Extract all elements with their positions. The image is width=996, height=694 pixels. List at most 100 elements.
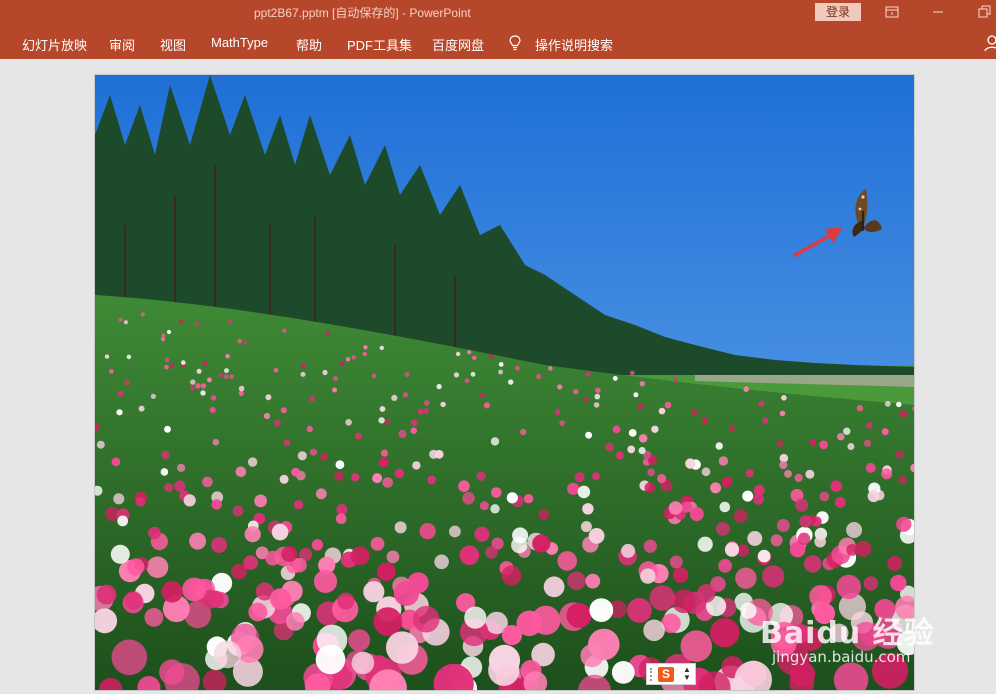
flower-bloom (377, 562, 396, 581)
flower-bloom (285, 612, 305, 631)
tab-mathtype[interactable]: MathType (211, 35, 268, 50)
flower-bloom (379, 345, 384, 351)
flower-bloom (436, 383, 442, 390)
tab-help[interactable]: 帮助 (296, 35, 322, 54)
minimize-icon[interactable] (928, 3, 948, 21)
flower-bloom (161, 581, 183, 603)
flower-bloom (164, 364, 169, 370)
flower-bloom (516, 610, 543, 637)
flower-bloom (776, 519, 790, 532)
flower-bloom (733, 509, 748, 523)
lightbulb-icon[interactable] (508, 34, 522, 52)
flower-bloom (386, 631, 419, 664)
flower-bloom (301, 363, 306, 369)
flower-bloom (423, 400, 430, 406)
flower-bloom (339, 361, 345, 367)
flower-bloom (229, 374, 234, 379)
login-button[interactable]: 登录 (815, 3, 861, 21)
flower-bloom (898, 475, 907, 484)
flower-bloom (169, 362, 175, 368)
flower-bloom (161, 450, 170, 460)
flower-bloom (464, 378, 470, 384)
flower-bloom (752, 493, 765, 505)
flower-bloom (297, 451, 307, 461)
ime-menu-arrows[interactable]: ▲ ▼ (683, 666, 691, 682)
flower-bloom (382, 477, 394, 488)
flower-bloom (887, 556, 903, 571)
flower-bloom (335, 513, 347, 524)
flower-bloom (743, 386, 749, 393)
tab-slideshow[interactable]: 幻灯片放映 (22, 35, 87, 54)
flower-bloom (182, 577, 206, 602)
tell-me-search[interactable]: 操作说明搜索 (535, 35, 613, 54)
flower-bloom (819, 440, 828, 450)
flower-bloom (206, 590, 224, 608)
flower-bloom (434, 554, 449, 570)
flower-bloom (611, 661, 635, 684)
flower-bloom (479, 501, 489, 511)
flower-bloom (762, 565, 785, 588)
flower-bloom (658, 407, 666, 415)
flower-bloom (177, 463, 186, 472)
flower-bloom (455, 351, 461, 357)
sogou-ime-icon[interactable]: S (658, 667, 674, 682)
flower-bloom (148, 526, 161, 540)
flower-bloom (311, 539, 324, 551)
flower-bloom (583, 396, 589, 402)
flower-bloom (543, 576, 565, 598)
flower-bloom (476, 471, 486, 481)
flower-bloom (644, 482, 656, 494)
flower-bloom (672, 589, 696, 614)
flower-bloom (232, 505, 244, 517)
flower-bloom (701, 467, 711, 477)
flower-bloom (223, 374, 229, 379)
tab-baidu-netdisk[interactable]: 百度网盘 (432, 35, 484, 54)
flower-bloom (160, 468, 169, 476)
flower-bloom (640, 568, 656, 584)
ime-toolbar[interactable]: S ▲ ▼ (646, 663, 696, 685)
flower-bloom (612, 376, 618, 381)
flower-bloom (383, 418, 391, 425)
flower-bloom (109, 369, 114, 374)
flower-bloom (724, 542, 740, 557)
flower-bloom (124, 380, 130, 386)
flower-bloom (697, 536, 713, 552)
flower-bloom (417, 408, 424, 415)
flower-bloom (669, 555, 683, 569)
tab-review[interactable]: 审阅 (109, 35, 135, 54)
flower-bloom (580, 521, 592, 533)
flower-bloom (668, 501, 683, 515)
flower-bloom (567, 571, 586, 590)
flower-bloom (627, 445, 636, 454)
flower-bloom (582, 503, 594, 515)
ribbon-tab-bar: 幻灯片放映 审阅 视图 MathType 帮助 PDF工具集 百度网盘 操作说明… (0, 24, 996, 59)
drag-handle[interactable] (650, 668, 654, 681)
flower-bloom (470, 371, 476, 377)
flower-bloom (273, 419, 281, 427)
flower-bloom (501, 565, 522, 586)
slide-canvas[interactable] (94, 74, 915, 691)
flower-bloom (577, 485, 591, 499)
tab-view[interactable]: 视图 (160, 35, 186, 54)
flower-bloom (770, 534, 783, 547)
flower-bloom (779, 460, 788, 470)
flower-bloom (585, 431, 593, 439)
flower-bloom (797, 532, 811, 546)
flower-bloom (680, 630, 713, 662)
account-icon[interactable] (982, 34, 996, 52)
flower-bloom (804, 555, 822, 573)
ribbon-display-icon[interactable] (882, 3, 902, 21)
tab-pdf-tools[interactable]: PDF工具集 (347, 35, 412, 54)
restore-icon[interactable] (974, 3, 994, 21)
flower-bloom (472, 355, 477, 361)
flower-bloom (728, 425, 735, 432)
flower-bloom (402, 392, 409, 398)
flower-bloom (805, 469, 815, 479)
flower-bloom (111, 639, 148, 676)
flower-bloom (896, 401, 902, 408)
flower-bloom (881, 468, 893, 480)
flower-bloom (449, 525, 461, 538)
flower-bloom (412, 461, 421, 470)
window-title: ppt2B67.pptm [自动保存的] - PowerPoint (254, 6, 471, 20)
flower-bloom (218, 372, 224, 378)
